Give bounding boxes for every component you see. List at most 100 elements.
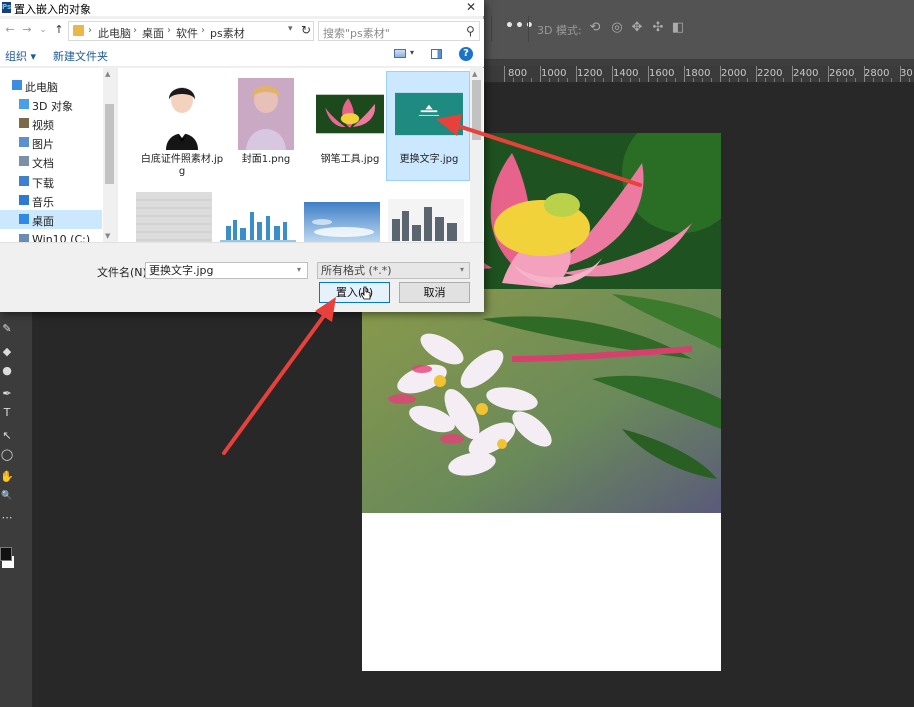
nav-item-desktop[interactable]: 桌面 <box>0 210 102 229</box>
pen-tool-icon[interactable]: ✒ <box>0 387 14 401</box>
ruler-major-tick <box>576 66 577 82</box>
ruler-minor-tick <box>738 78 739 82</box>
file-item-skyline[interactable] <box>216 180 300 242</box>
navigation-bar: ← → ⌄ ↑ › 此电脑 › 桌面 › 软件 › ps素材 ▾ ↻ 搜索"ps… <box>0 19 484 43</box>
brush-tool-icon[interactable]: ✎ <box>0 322 14 336</box>
dialog-title-bar[interactable]: Ps 置入嵌入的对象 ✕ <box>0 0 484 16</box>
close-button[interactable]: ✕ <box>462 0 480 16</box>
ruler-minor-tick <box>558 78 559 82</box>
orbit-3d-icon[interactable]: ⟲ <box>587 20 603 36</box>
nav-pane-scrollbar[interactable]: ▲ ▼ <box>103 68 116 242</box>
chevron-right-icon: › <box>201 25 205 36</box>
chevron-down-icon[interactable]: ▾ <box>297 265 301 274</box>
ruler-minor-tick <box>783 78 784 82</box>
ruler-minor-tick <box>765 78 766 82</box>
scroll-down-icon[interactable]: ▼ <box>105 232 110 240</box>
ruler-major-tick <box>792 66 793 82</box>
path-select-tool-icon[interactable]: ↖ <box>0 429 14 443</box>
options-separator <box>528 16 529 42</box>
back-arrow-icon[interactable]: ← <box>3 23 17 37</box>
file-item-pen-tool[interactable]: 钢笔工具.jpg <box>308 72 392 182</box>
ruler-minor-tick <box>711 78 712 82</box>
file-item-buildings[interactable] <box>384 180 468 242</box>
file-item-texture[interactable] <box>132 180 216 242</box>
nav-item-music[interactable]: 音乐 <box>0 191 102 210</box>
forward-arrow-icon[interactable]: → <box>20 23 34 37</box>
breadcrumb-ps-assets[interactable]: ps素材 <box>210 25 245 41</box>
file-type-select[interactable]: 所有格式 (*.*) <box>317 262 470 279</box>
nav-item-3d-objects[interactable]: 3D 对象 <box>0 95 102 114</box>
slide-3d-icon[interactable]: ✣ <box>650 20 666 36</box>
ruler-minor-tick <box>837 78 838 82</box>
lotus-thumbnail <box>316 94 384 134</box>
pan-3d-icon[interactable]: ✥ <box>629 20 645 36</box>
ruler-major-tick <box>612 66 613 82</box>
nav-item-videos[interactable]: 视频 <box>0 114 102 133</box>
chevron-down-icon[interactable]: ▾ <box>410 48 414 57</box>
nav-item-this-pc[interactable]: 此电脑 <box>0 76 102 95</box>
music-folder-icon <box>19 195 29 205</box>
foreground-color-swatch[interactable] <box>0 547 12 561</box>
breadcrumb-software[interactable]: 软件 <box>176 25 198 41</box>
zoom-tool-icon[interactable]: 🔍 <box>0 489 14 503</box>
downloads-folder-icon <box>19 176 29 186</box>
change-view-icon[interactable] <box>394 49 406 58</box>
blur-tool-icon[interactable]: ● <box>0 364 14 378</box>
more-tools-icon[interactable]: ⋯ <box>0 511 14 525</box>
file-list-scrollbar[interactable]: ▲ <box>470 68 483 242</box>
recent-locations-icon[interactable]: ⌄ <box>36 23 50 37</box>
file-item-change-text[interactable]: 更换文字.jpg <box>386 71 470 181</box>
camera-3d-icon[interactable]: ◧ <box>670 20 686 36</box>
scroll-up-icon[interactable]: ▲ <box>472 70 477 78</box>
scrollbar-thumb[interactable] <box>472 80 481 140</box>
up-arrow-icon[interactable]: ↑ <box>52 23 66 37</box>
ruler-minor-tick <box>882 78 883 82</box>
file-name: 封面1.png <box>241 154 291 165</box>
search-icon[interactable]: ⚲ <box>466 24 475 38</box>
scroll-up-icon[interactable]: ▲ <box>105 70 110 78</box>
nav-item-downloads[interactable]: 下载 <box>0 172 102 191</box>
address-bar[interactable]: › 此电脑 › 桌面 › 软件 › ps素材 ▾ ↻ <box>68 21 314 41</box>
fill-tool-icon[interactable]: ◆ <box>0 345 14 359</box>
file-item-id-photo[interactable]: 白底证件照素材.jpg <box>140 72 224 182</box>
nav-item-pictures[interactable]: 图片 <box>0 133 102 152</box>
ruler-label: 1400 <box>613 68 639 79</box>
file-thumbnail <box>388 186 464 242</box>
roll-3d-icon[interactable]: ◎ <box>609 20 625 36</box>
chevron-down-icon[interactable]: ▾ <box>460 265 464 274</box>
photoshop-app-icon: Ps <box>2 2 12 13</box>
breadcrumb-this-pc[interactable]: 此电脑 <box>98 25 131 41</box>
3d-mode-label: 3D 模式: <box>537 24 582 37</box>
place-button[interactable]: 置入(P) <box>319 282 390 303</box>
file-item-sky[interactable] <box>300 180 384 242</box>
file-thumbnail <box>316 78 384 150</box>
nav-item-documents[interactable]: 文档 <box>0 152 102 171</box>
file-item-cover[interactable]: 封面1.png <box>224 72 308 182</box>
ruler-minor-tick <box>531 78 532 82</box>
ruler-major-tick <box>720 66 721 82</box>
ruler-minor-tick <box>729 78 730 82</box>
breadcrumb-desktop[interactable]: 桌面 <box>142 25 164 41</box>
ruler-minor-tick <box>693 78 694 82</box>
help-icon[interactable]: ? <box>459 47 473 61</box>
preview-pane-icon[interactable] <box>431 49 442 59</box>
file-list: 白底证件照素材.jpg 封面1.png 钢笔工具.jpg 更换文字.jpg ▲ <box>118 68 484 242</box>
hand-tool-icon[interactable]: ✋ <box>0 470 14 484</box>
portrait-thumbnail <box>156 78 208 150</box>
new-folder-button[interactable]: 新建文件夹 <box>53 48 108 64</box>
frangipani-illustration <box>362 289 721 513</box>
chevron-down-icon[interactable]: ▾ <box>288 24 293 34</box>
organize-menu-button[interactable]: 组织 ▾ <box>5 48 36 64</box>
more-options-button[interactable]: ••• <box>505 18 535 34</box>
cancel-button[interactable]: 取消 <box>399 282 470 303</box>
scrollbar-thumb[interactable] <box>105 104 114 184</box>
ellipse-tool-icon[interactable]: ◯ <box>0 448 14 462</box>
ruler-label: 1800 <box>685 68 711 79</box>
ruler-minor-tick <box>891 78 892 82</box>
type-tool-icon[interactable]: T <box>0 406 14 420</box>
nav-item-label: 音乐 <box>32 196 54 209</box>
refresh-icon[interactable]: ↻ <box>301 23 311 37</box>
search-input[interactable]: 搜索"ps素材" ⚲ <box>318 21 480 41</box>
file-name-input[interactable]: 更换文字.jpg <box>145 262 308 279</box>
ruler-minor-tick <box>819 78 820 82</box>
